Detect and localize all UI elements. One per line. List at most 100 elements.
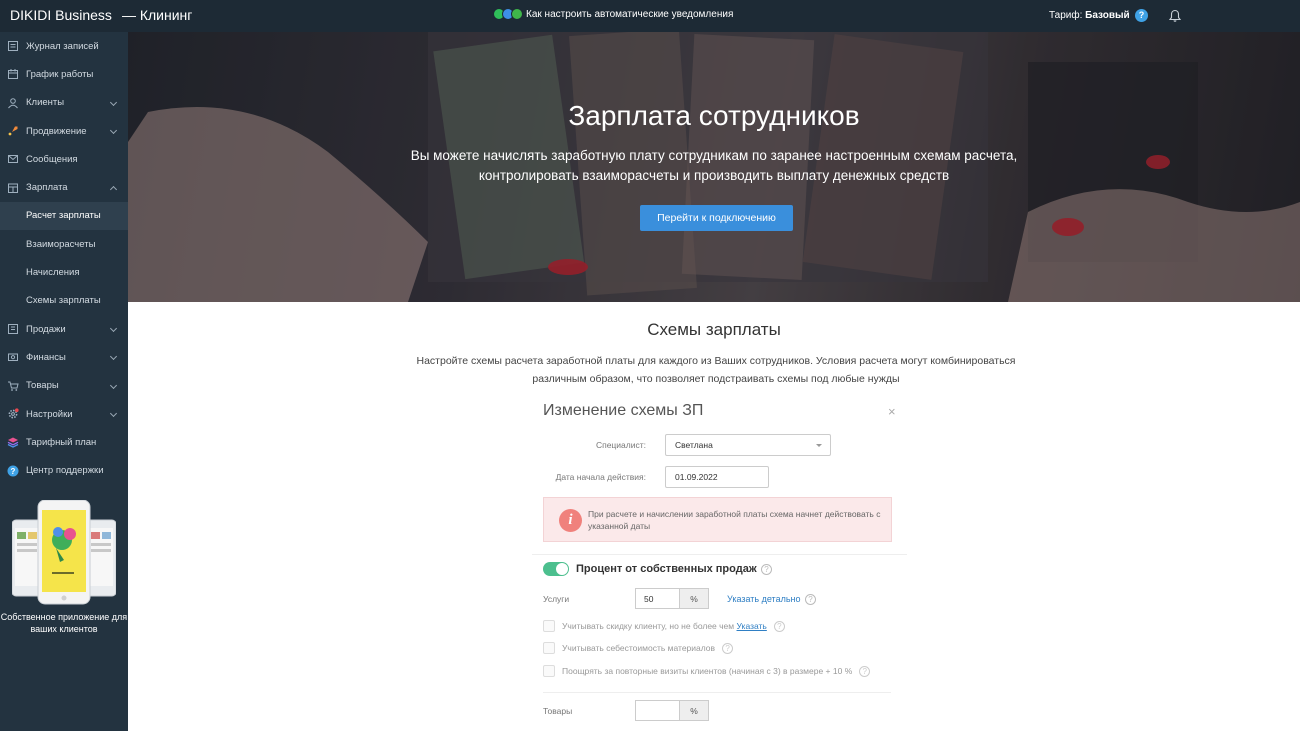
own-sales-percent-toggle[interactable] xyxy=(543,562,569,576)
question-icon[interactable]: ? xyxy=(722,642,734,654)
notice-text: Как настроить автоматические уведомления xyxy=(526,8,734,20)
goods-percent-input[interactable]: % xyxy=(635,700,709,721)
notifications-howto-link[interactable]: Как настроить автоматические уведомления xyxy=(493,8,733,20)
option-repeat-visits[interactable]: Поощрять за повторные визиты клиентов (н… xyxy=(543,665,871,677)
sidebar-item-messages[interactable]: Сообщения xyxy=(0,145,128,173)
sidebar: Журнал записей График работы Клиенты Про… xyxy=(0,32,128,731)
finance-icon xyxy=(8,353,18,362)
sidebar-item-goods[interactable]: Товары xyxy=(0,372,128,400)
chevron-down-icon xyxy=(816,444,822,447)
goods-percent-value xyxy=(636,701,679,720)
sidebar-item-label: График работы xyxy=(26,68,94,80)
brand-title[interactable]: DIKIDI Business — Клининг xyxy=(10,7,192,23)
bell-icon[interactable] xyxy=(1168,9,1182,23)
connect-button[interactable]: Перейти к подключению xyxy=(640,205,793,231)
divider xyxy=(543,692,891,693)
chevron-down-icon xyxy=(109,324,118,333)
clients-icon xyxy=(8,97,18,109)
help-icon[interactable]: ? xyxy=(1135,9,1148,22)
question-icon[interactable]: ? xyxy=(805,594,816,605)
sidebar-item-schedule[interactable]: График работы xyxy=(0,60,128,88)
start-date-input[interactable]: 01.09.2022 xyxy=(665,466,769,488)
sidebar-item-finance[interactable]: Финансы xyxy=(0,343,128,371)
chevron-down-icon xyxy=(109,409,118,417)
sidebar-item-promotion[interactable]: Продвижение xyxy=(0,117,128,145)
calendar-icon xyxy=(8,69,18,80)
sidebar-item-label: Финансы xyxy=(26,351,66,363)
chevron-down-icon xyxy=(109,98,118,106)
salary-icon xyxy=(8,183,18,193)
messages-icon xyxy=(8,155,18,164)
hero-description-line: Вы можете начислять заработную плату сот… xyxy=(410,148,1018,163)
sidebar-item-settings[interactable]: Настройки xyxy=(0,400,128,428)
sidebar-item-label: Настройки xyxy=(26,408,73,420)
question-icon[interactable]: ? xyxy=(761,564,772,575)
sidebar-item-tariff-plan[interactable]: Тарифный план xyxy=(0,428,128,456)
sidebar-item-clients[interactable]: Клиенты xyxy=(0,89,128,117)
chevron-down-icon xyxy=(109,126,118,134)
question-icon[interactable]: ? xyxy=(859,665,871,677)
option-label: Учитывать скидку клиенту, но не более че… xyxy=(562,621,735,631)
sidebar-subitem-salary-schemes[interactable]: Схемы зарплаты xyxy=(0,287,128,315)
sidebar-item-support[interactable]: ? Центр поддержки xyxy=(0,456,128,484)
tariff-value: Базовый xyxy=(1085,10,1130,21)
section-title: Схемы зарплаты xyxy=(647,320,781,339)
layers-icon xyxy=(7,437,19,449)
option-label: Учитывать себестоимость материалов xyxy=(562,643,716,653)
sidebar-item-label: Зарплата xyxy=(26,182,68,194)
services-percent-value: 50 xyxy=(636,589,679,608)
hero-description-line: контролировать взаиморасчеты и производи… xyxy=(478,168,950,183)
sidebar-item-label: Товары xyxy=(26,380,59,392)
checkbox[interactable] xyxy=(543,620,555,632)
services-label: Услуги xyxy=(543,594,570,604)
chevron-up-icon xyxy=(109,186,118,194)
option-material-cost[interactable]: Учитывать себестоимость материалов ? xyxy=(543,642,734,654)
settings-icon xyxy=(8,408,19,419)
services-percent-input[interactable]: 50 % xyxy=(635,588,709,609)
sidebar-item-salary[interactable]: Зарплата xyxy=(0,173,128,201)
sidebar-item-label: Центр поддержки xyxy=(26,465,104,477)
specialist-value: Светлана xyxy=(675,440,713,450)
close-icon[interactable]: × xyxy=(888,404,896,419)
option-discount[interactable]: Учитывать скидку клиенту, но не более че… xyxy=(543,620,785,632)
tariff-label: Тариф: xyxy=(1049,10,1083,21)
specify-link[interactable]: Указать xyxy=(737,621,767,631)
section-description-line: различным образом, что позволяет подстра… xyxy=(532,373,900,385)
rocket-icon xyxy=(8,126,18,136)
specialist-label: Специалист: xyxy=(595,440,646,450)
cart-icon xyxy=(8,381,19,391)
toggle-knob xyxy=(556,563,568,575)
mobile-app-caption[interactable]: Собственное приложение для ваших клиенто… xyxy=(0,611,128,635)
sidebar-item-label: Продажи xyxy=(26,323,66,335)
hero-banner: Зарплата сотрудников Вы можете начислять… xyxy=(128,32,1300,302)
section-description: Настройте схемы расчета заработной платы… xyxy=(390,352,1042,388)
chevron-down-icon xyxy=(109,353,118,361)
detail-link[interactable]: Указать детально xyxy=(727,594,801,604)
brand-name: DIKIDI Business xyxy=(10,7,112,23)
sidebar-item-sales[interactable]: Продажи xyxy=(0,315,128,343)
start-date-value: 01.09.2022 xyxy=(675,472,718,482)
section-description-line: Настройте схемы расчета заработной платы… xyxy=(416,355,1016,367)
alert-text: При расчете и начислении заработной плат… xyxy=(588,509,881,531)
modal-title: Изменение схемы ЗП xyxy=(543,402,704,419)
sidebar-item-journal[interactable]: Журнал записей xyxy=(0,32,128,60)
sidebar-item-label: Журнал записей xyxy=(26,40,99,52)
sidebar-subitem-salary-calc[interactable]: Расчет зарплаты xyxy=(0,201,128,231)
specialist-select[interactable]: Светлана xyxy=(665,434,831,456)
brand-company: — Клининг xyxy=(121,7,193,23)
sales-icon xyxy=(8,324,18,335)
mobile-app-preview-image[interactable] xyxy=(12,500,116,608)
tariff-indicator[interactable]: Тариф: Базовый xyxy=(1049,10,1130,21)
info-icon: i xyxy=(559,509,582,532)
chevron-down-icon xyxy=(109,381,118,389)
sidebar-subitem-accruals[interactable]: Начисления xyxy=(0,258,128,286)
sidebar-item-label: Продвижение xyxy=(26,125,87,137)
checkbox[interactable] xyxy=(543,642,555,654)
percent-unit: % xyxy=(679,589,708,608)
percent-unit: % xyxy=(679,701,708,720)
question-icon[interactable]: ? xyxy=(773,620,785,632)
hero-title: Зарплата сотрудников xyxy=(568,100,860,131)
sidebar-subitem-settlements[interactable]: Взаиморасчеты xyxy=(0,230,128,258)
checkbox[interactable] xyxy=(543,665,555,677)
info-alert: i При расчете и начислении заработной пл… xyxy=(543,497,892,542)
